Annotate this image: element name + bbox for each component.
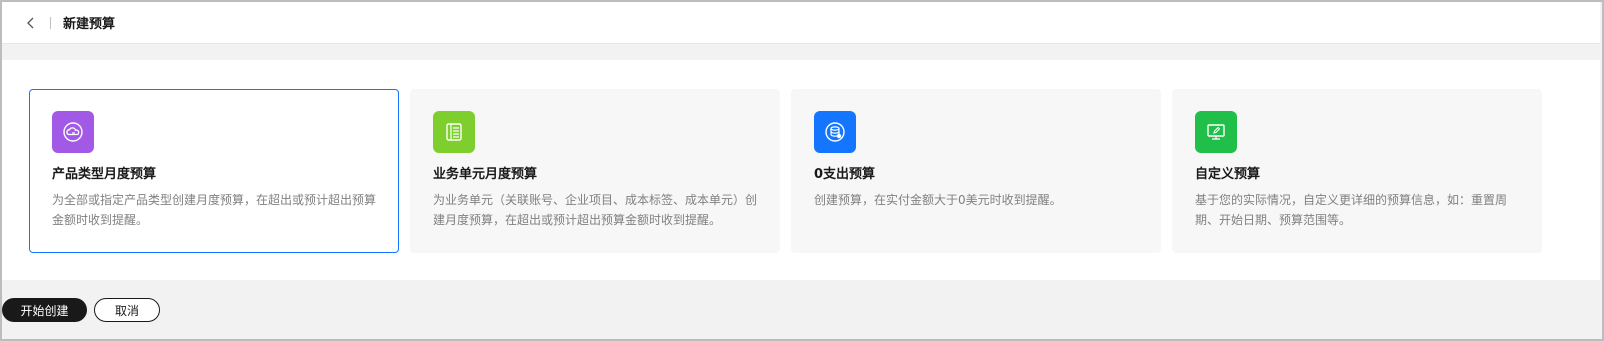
page-header: 新建预算 xyxy=(2,2,1600,44)
ledger-icon xyxy=(446,123,462,141)
card-title: 业务单元月度预算 xyxy=(433,167,538,182)
card-description: 为业务单元（关联账号、企业项目、成本标签、成本单元）创建月度预算，在超出或预计超… xyxy=(433,193,758,227)
card-description: 为全部或指定产品类型创建月度预算，在超出或预计超出预算金额时收到提醒。 xyxy=(52,193,377,227)
card-icon-tile xyxy=(433,111,475,153)
card-title: 0支出预算 xyxy=(814,167,876,182)
card-product-type-monthly-budget[interactable]: 产品类型月度预算 为全部或指定产品类型创建月度预算，在超出或预计超出预算金额时收… xyxy=(29,89,399,253)
action-bar: 开始创建 取消 xyxy=(2,280,1600,339)
card-title: 自定义预算 xyxy=(1195,167,1261,182)
header-divider xyxy=(50,16,51,29)
card-custom-budget[interactable]: 自定义预算 基于您的实际情况，自定义更详细的预算信息，如：重置周期、开始日期、预… xyxy=(1172,89,1542,253)
back-button[interactable] xyxy=(24,16,38,30)
card-icon-tile xyxy=(814,111,856,153)
card-icon-tile xyxy=(1195,111,1237,153)
cloud-budget-icon xyxy=(63,122,83,142)
card-description: 基于您的实际情况，自定义更详细的预算信息，如：重置周期、开始日期、预算范围等。 xyxy=(1195,193,1508,227)
start-create-button[interactable]: 开始创建 xyxy=(2,298,87,322)
card-title: 产品类型月度预算 xyxy=(52,167,157,182)
chevron-left-icon xyxy=(27,17,34,28)
card-zero-spend-budget[interactable]: 0支出预算 创建预算，在实付金额大于0美元时收到提醒。 xyxy=(791,89,1161,253)
budget-type-panel: 产品类型月度预算 为全部或指定产品类型创建月度预算，在超出或预计超出预算金额时收… xyxy=(2,60,1600,280)
card-business-unit-monthly-budget[interactable]: 业务单元月度预算 为业务单元（关联账号、企业项目、成本标签、成本单元）创建月度预… xyxy=(410,89,780,253)
page-title: 新建预算 xyxy=(63,17,116,32)
cancel-button[interactable]: 取消 xyxy=(94,298,160,322)
card-icon-tile xyxy=(52,111,94,153)
card-description: 创建预算，在实付金额大于0美元时收到提醒。 xyxy=(814,193,1062,207)
database-icon xyxy=(825,122,845,142)
budget-type-cards: 产品类型月度预算 为全部或指定产品类型创建月度预算，在超出或预计超出预算金额时收… xyxy=(29,89,1542,253)
edit-monitor-icon xyxy=(1207,124,1225,140)
